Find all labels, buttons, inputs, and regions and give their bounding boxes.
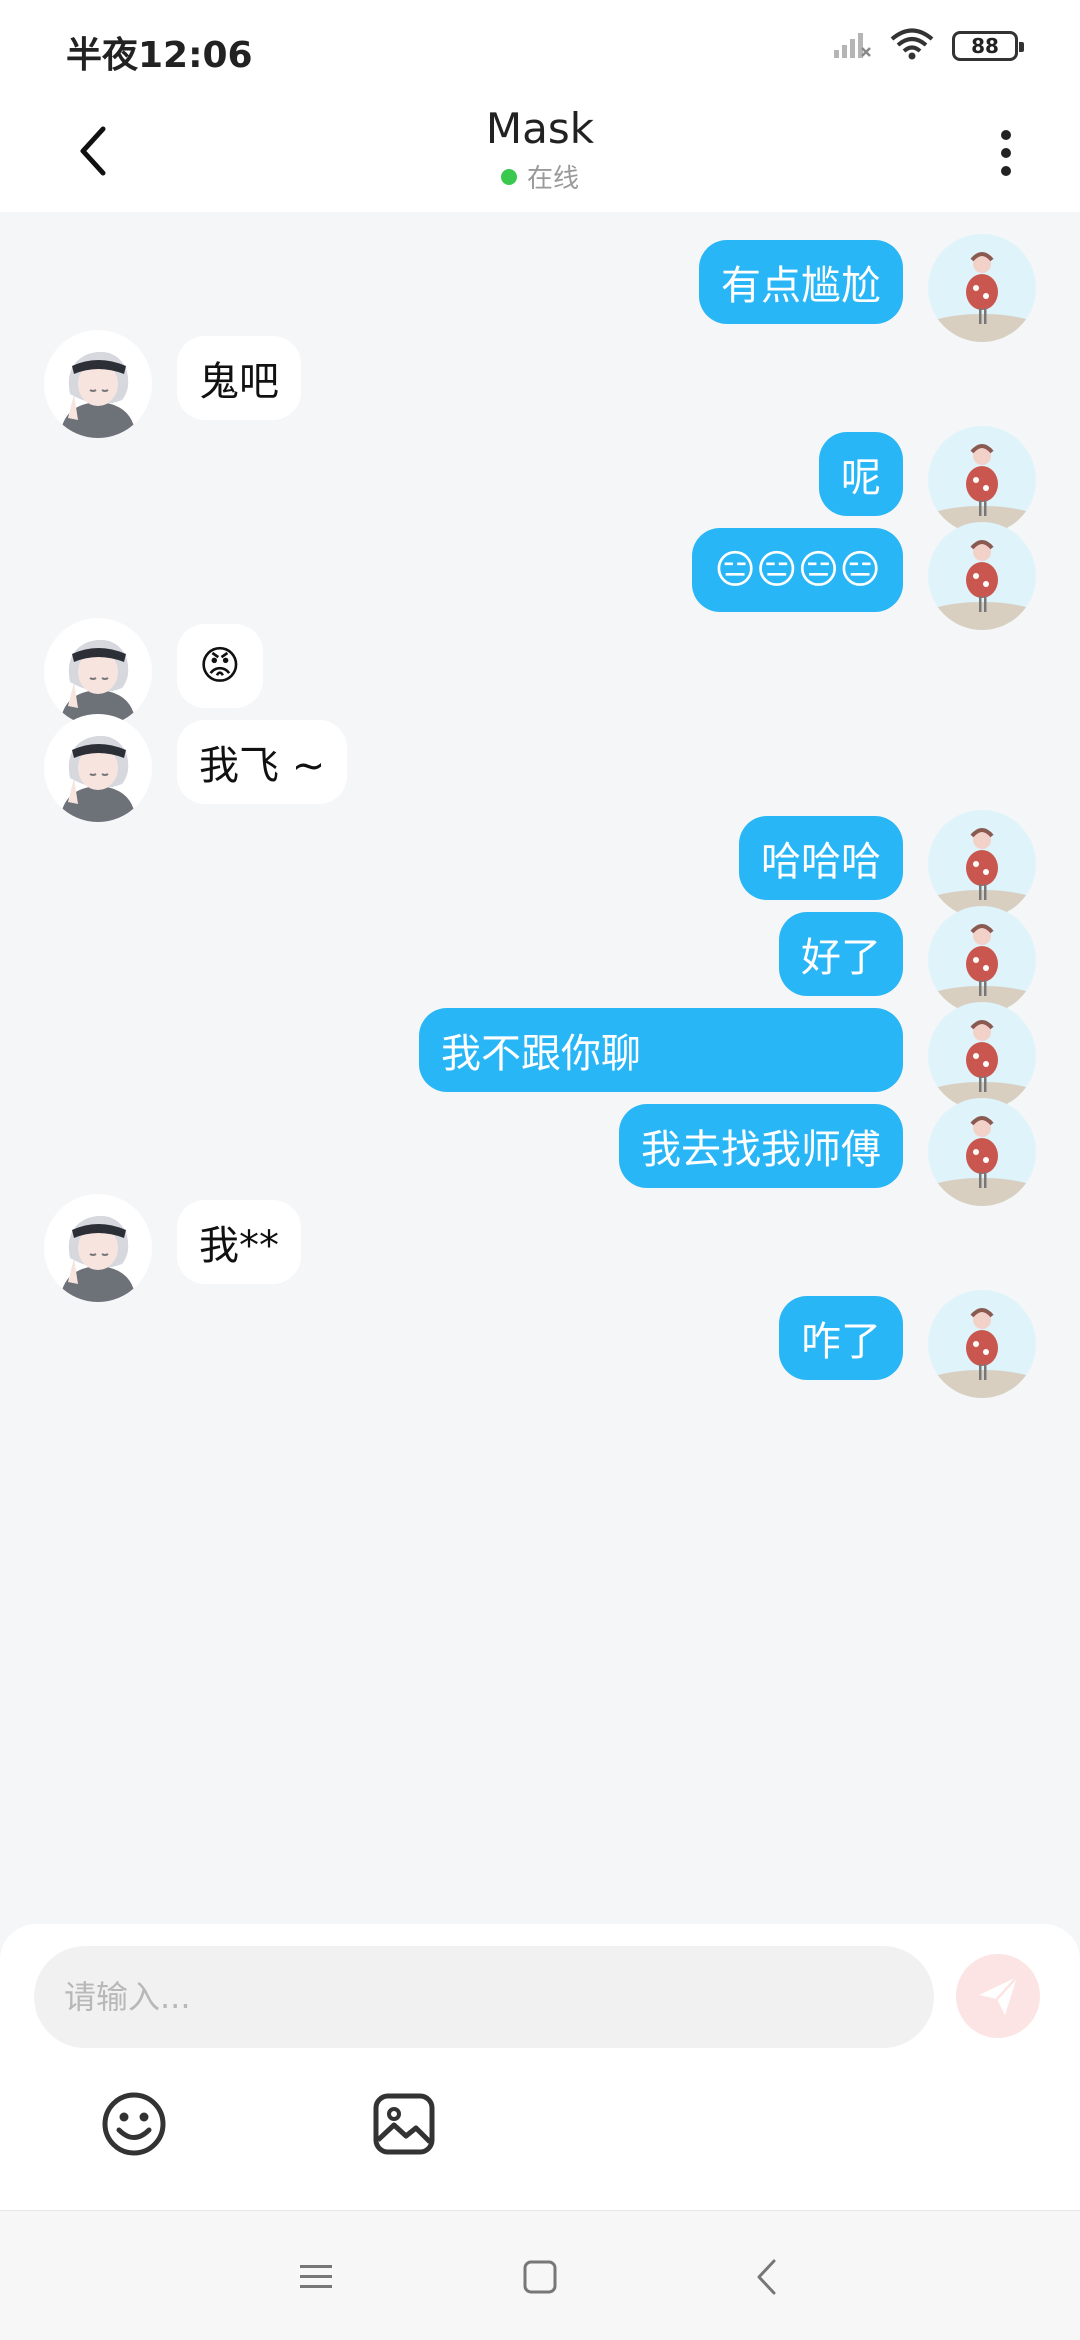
message-list[interactable]: 有点尴尬 鬼吧 呢 😑😑😑😑 😡 我飞 ~ 哈哈哈 好了 我不跟你聊 我去找我师…: [0, 212, 1080, 1924]
outgoing-bubble[interactable]: 咋了: [779, 1296, 903, 1380]
input-panel: [0, 1924, 1080, 2210]
presence-status: 在线: [0, 158, 1080, 195]
outgoing-bubble[interactable]: 好了: [779, 912, 903, 996]
back-icon: [757, 2259, 776, 2295]
more-vertical-icon: [1001, 130, 1011, 140]
presence-text: 在线: [526, 164, 579, 194]
outgoing-bubble[interactable]: 有点尴尬: [699, 240, 903, 324]
signal-icon: [832, 30, 872, 62]
system-nav-bar: [0, 2210, 1080, 2340]
send-icon: [979, 1976, 1018, 2015]
message-row: 咋了: [0, 1282, 1080, 1404]
wifi-icon: [890, 28, 934, 64]
nav-menu-button[interactable]: [286, 2247, 346, 2307]
nav-home-button[interactable]: [510, 2247, 570, 2307]
status-time: 半夜12:06: [66, 35, 253, 76]
contact-name: Mask: [485, 104, 595, 153]
image-icon: [373, 2093, 435, 2155]
incoming-bubble[interactable]: 鬼吧: [177, 336, 301, 420]
outgoing-bubble[interactable]: 我去找我师傅: [619, 1104, 903, 1188]
send-button[interactable]: [956, 1954, 1040, 2038]
chat-header: Mask 在线: [0, 96, 1080, 212]
incoming-bubble[interactable]: 我飞 ~: [177, 720, 348, 804]
outgoing-bubble[interactable]: 😑😑😑😑: [692, 528, 903, 612]
home-icon: [523, 2260, 557, 2294]
outgoing-bubble[interactable]: 我不跟你聊: [419, 1008, 903, 1092]
emoji-button[interactable]: [94, 2084, 174, 2164]
image-button[interactable]: [364, 2084, 444, 2164]
outgoing-bubble[interactable]: 哈哈哈: [739, 816, 903, 900]
smiley-icon: [102, 2092, 166, 2156]
menu-icon: [300, 2265, 332, 2288]
battery-level: 88: [971, 34, 999, 58]
outgoing-bubble[interactable]: 呢: [819, 432, 903, 516]
message-input[interactable]: [34, 1946, 934, 2048]
status-bar: 半夜12:06 88: [0, 0, 1080, 96]
incoming-bubble[interactable]: 😡: [177, 624, 263, 708]
incoming-bubble[interactable]: 我**: [177, 1200, 301, 1284]
more-options-button[interactable]: [976, 118, 1036, 188]
online-dot: [500, 168, 517, 185]
nav-back-button[interactable]: [736, 2247, 796, 2307]
battery-icon: 88: [952, 31, 1024, 61]
status-icons: 88: [832, 28, 1024, 64]
my-avatar[interactable]: [928, 1290, 1036, 1398]
